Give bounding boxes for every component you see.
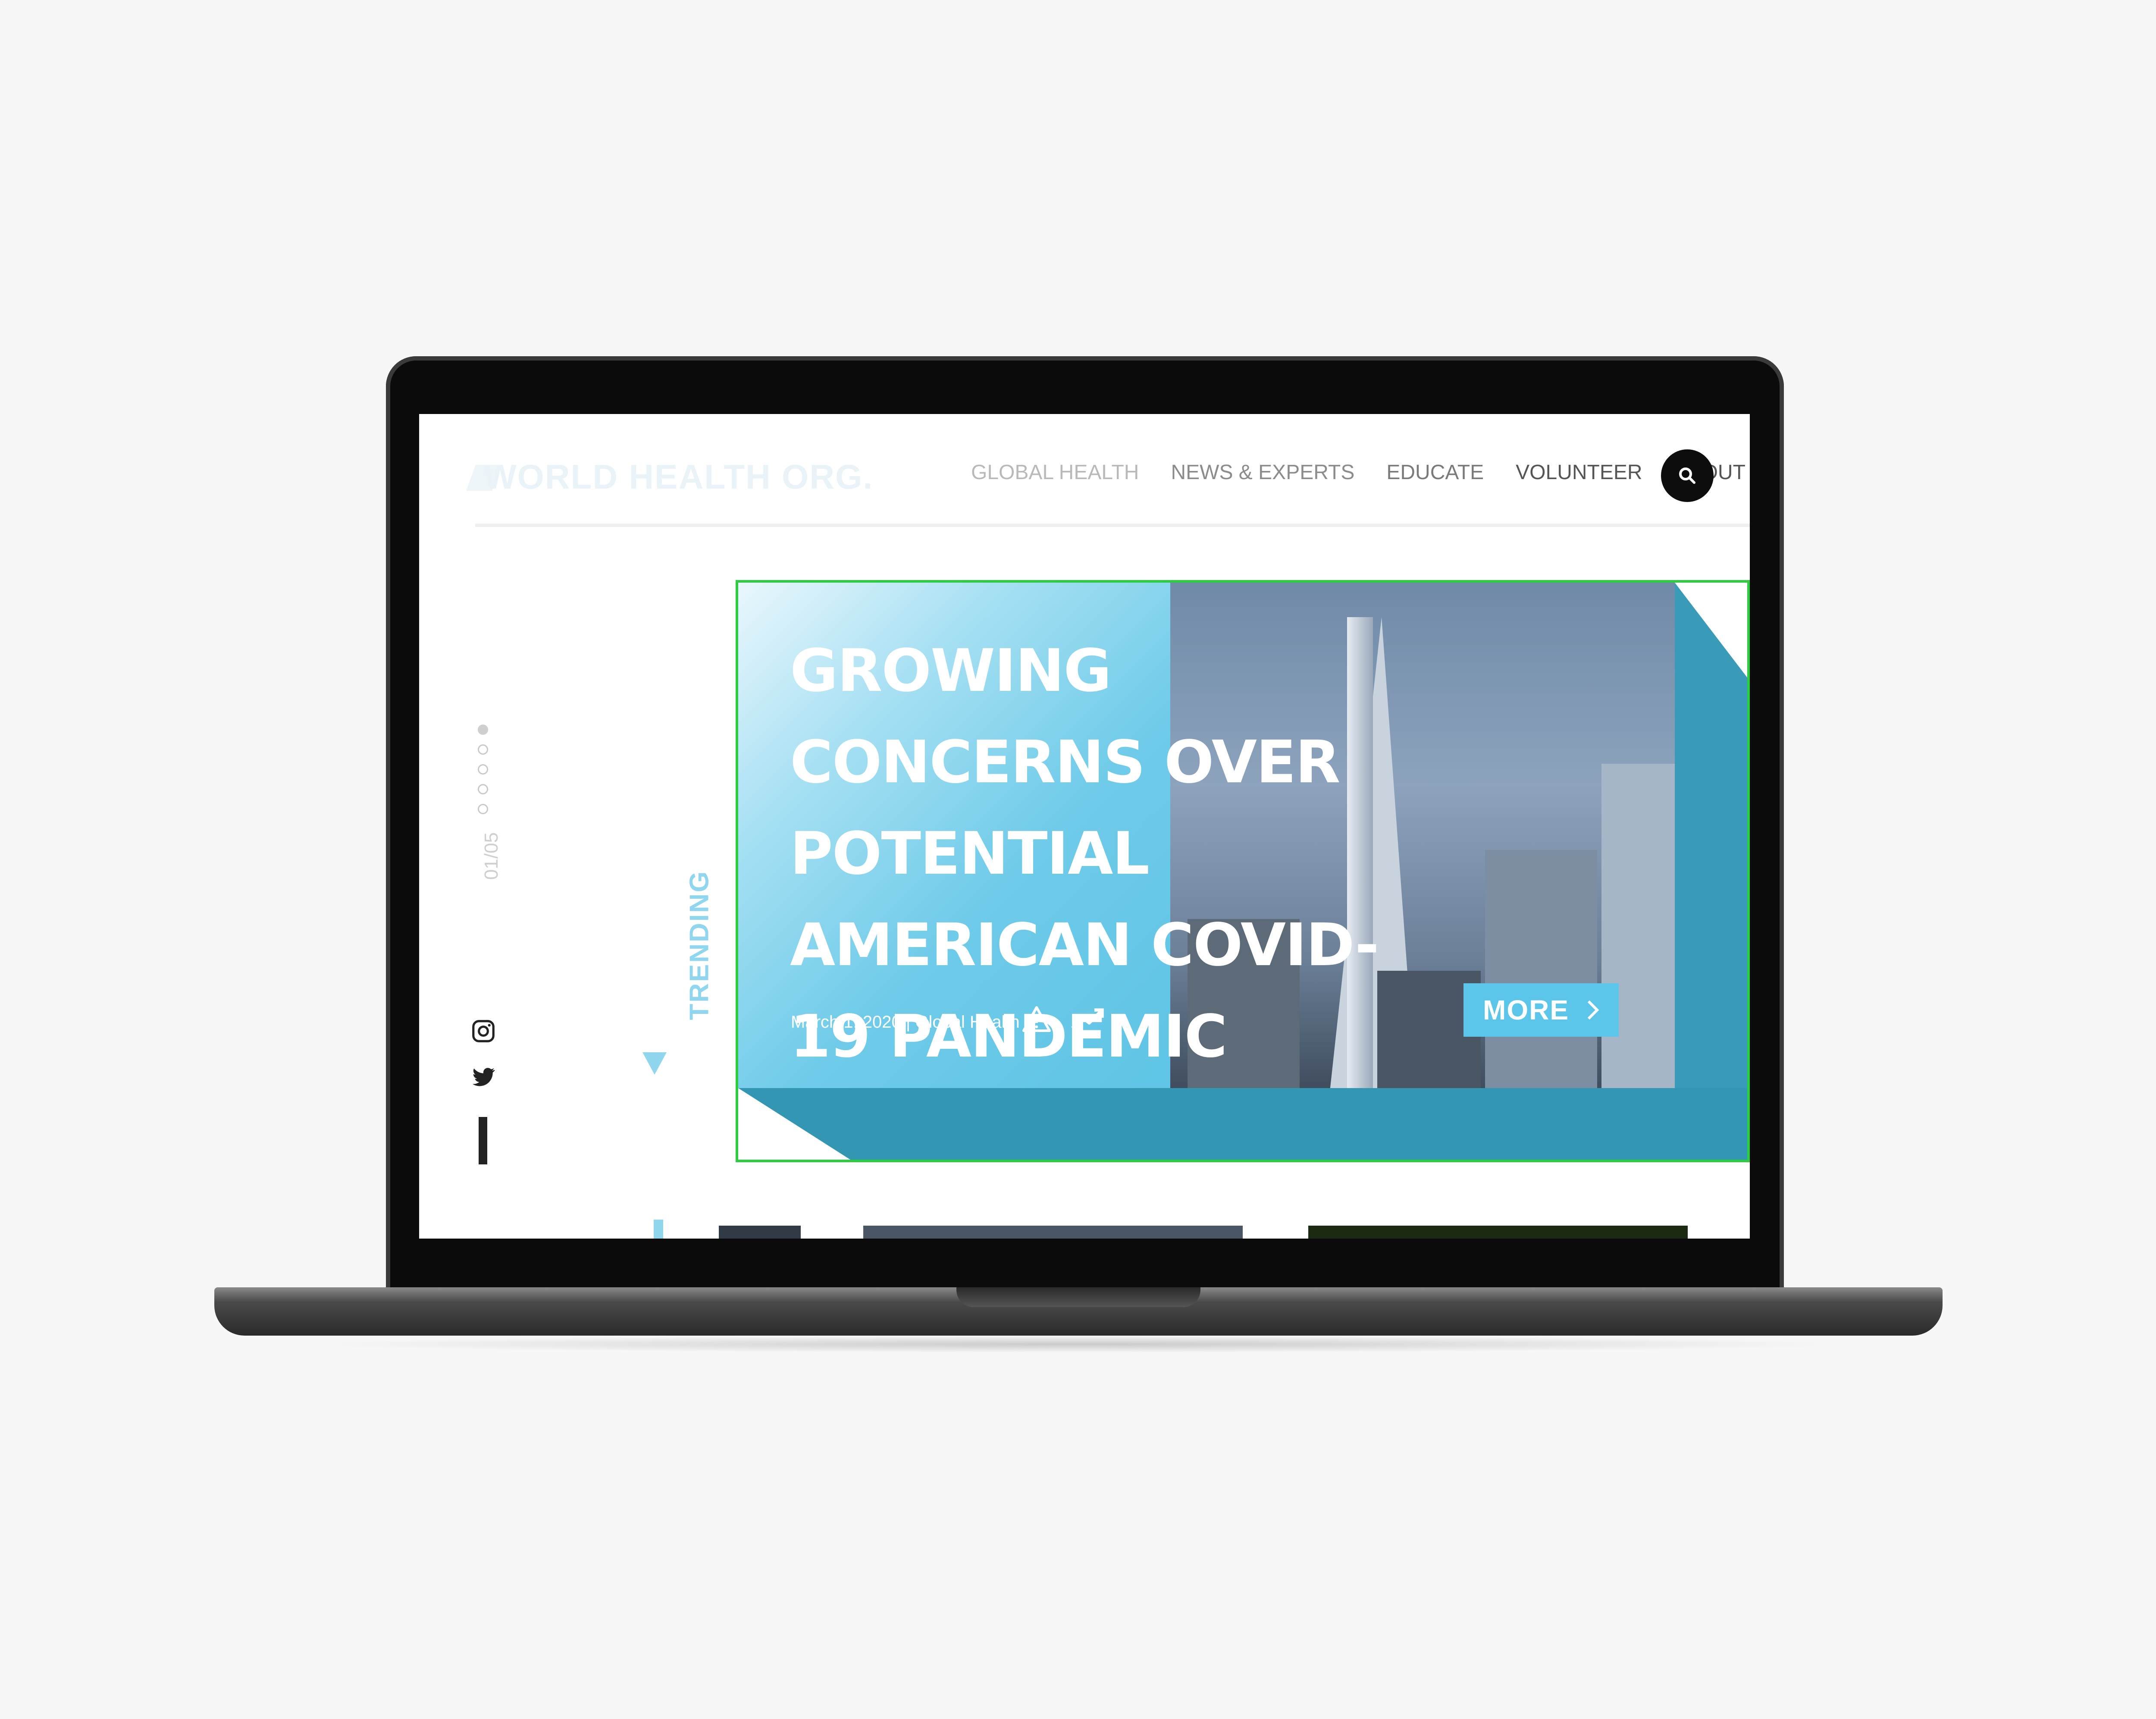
search-button[interactable]	[1661, 449, 1714, 502]
search-icon	[1679, 467, 1695, 484]
nav-news-experts[interactable]: NEWS & EXPERTS	[1171, 461, 1354, 484]
social-links	[470, 1018, 497, 1090]
site-logo[interactable]: WORLD HEALTH ORG.	[484, 457, 874, 497]
twitter-icon[interactable]	[470, 1063, 497, 1090]
slider-dots	[478, 725, 488, 814]
thumbnail-partial	[719, 1226, 801, 1239]
slider-dot-1[interactable]	[478, 725, 488, 735]
main-nav: GLOBAL HEALTH NEWS & EXPERTS EDUCATE VOL…	[971, 461, 1750, 484]
laptop-screen: WORLD HEALTH ORG. GLOBAL HEALTH NEWS & E…	[419, 414, 1750, 1239]
slider-dot-3[interactable]	[478, 764, 488, 775]
header-divider	[475, 524, 1750, 527]
thumbnail-partial	[863, 1226, 1243, 1239]
section-accent	[654, 1220, 663, 1239]
hero-selection-outline	[736, 580, 1750, 1162]
social-divider	[479, 1117, 487, 1164]
slider-dot-4[interactable]	[478, 784, 488, 794]
slider-dot-2[interactable]	[478, 744, 488, 755]
slider-dot-5[interactable]	[478, 804, 488, 814]
thumbnail-partial	[1308, 1226, 1688, 1239]
laptop-shadow	[302, 1336, 1854, 1353]
trending-arrow-icon	[642, 1052, 667, 1075]
laptop-notch	[956, 1287, 1200, 1307]
instagram-icon[interactable]	[470, 1018, 497, 1045]
trending-label: TRENDING	[684, 870, 714, 1020]
slide-counter: 01/05	[481, 832, 502, 880]
nav-volunteer[interactable]: VOLUNTEER	[1516, 461, 1642, 484]
nav-educate[interactable]: EDUCATE	[1386, 461, 1484, 484]
nav-global-health[interactable]: GLOBAL HEALTH	[971, 461, 1139, 484]
